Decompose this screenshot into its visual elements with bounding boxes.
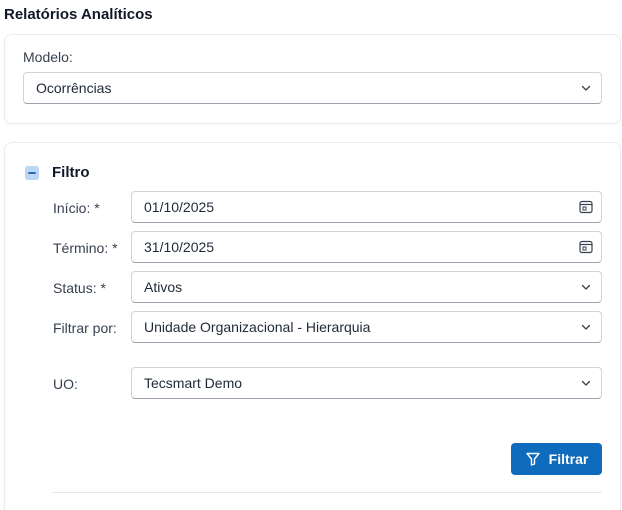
page-title: Relatórios Analíticos <box>4 6 153 23</box>
chevron-down-icon <box>571 73 601 103</box>
model-label: Modelo: <box>23 49 73 65</box>
chevron-down-icon <box>571 272 601 302</box>
calendar-icon[interactable] <box>571 192 601 222</box>
chevron-down-icon <box>571 368 601 398</box>
filter-title: Filtro <box>52 164 90 181</box>
filter-card: Filtro Início: * 01/10/2025 Término: * 3… <box>4 142 621 510</box>
filtrar-por-select[interactable]: Unidade Organizacional - Hierarquia <box>131 311 602 343</box>
inicio-date-field[interactable]: 01/10/2025 <box>131 191 602 223</box>
chevron-down-icon <box>571 312 601 342</box>
status-label: Status: * <box>53 280 106 296</box>
filtrar-por-label: Filtrar por: <box>53 320 117 336</box>
uo-label: UO: <box>53 376 78 392</box>
termino-label: Término: * <box>53 240 118 256</box>
filter-header[interactable]: Filtro <box>25 164 90 181</box>
uo-select[interactable]: Tecsmart Demo <box>131 367 602 399</box>
termino-date-field[interactable]: 31/10/2025 <box>131 231 602 263</box>
status-select-value: Ativos <box>144 279 183 295</box>
funnel-icon <box>525 451 541 467</box>
inicio-label: Início: * <box>53 200 100 216</box>
termino-date-value: 31/10/2025 <box>144 239 215 255</box>
uo-select-value: Tecsmart Demo <box>144 375 243 391</box>
model-select[interactable]: Ocorrências <box>23 72 602 104</box>
model-card: Modelo: Ocorrências <box>4 34 621 124</box>
model-select-value: Ocorrências <box>36 80 112 96</box>
filtrar-por-select-value: Unidade Organizacional - Hierarquia <box>144 319 371 335</box>
filter-button-label: Filtrar <box>548 451 589 467</box>
filter-button[interactable]: Filtrar <box>511 443 602 475</box>
collapse-icon[interactable] <box>25 165 39 180</box>
inicio-date-value: 01/10/2025 <box>144 199 215 215</box>
calendar-icon[interactable] <box>571 232 601 262</box>
divider <box>52 492 602 493</box>
status-select[interactable]: Ativos <box>131 271 602 303</box>
